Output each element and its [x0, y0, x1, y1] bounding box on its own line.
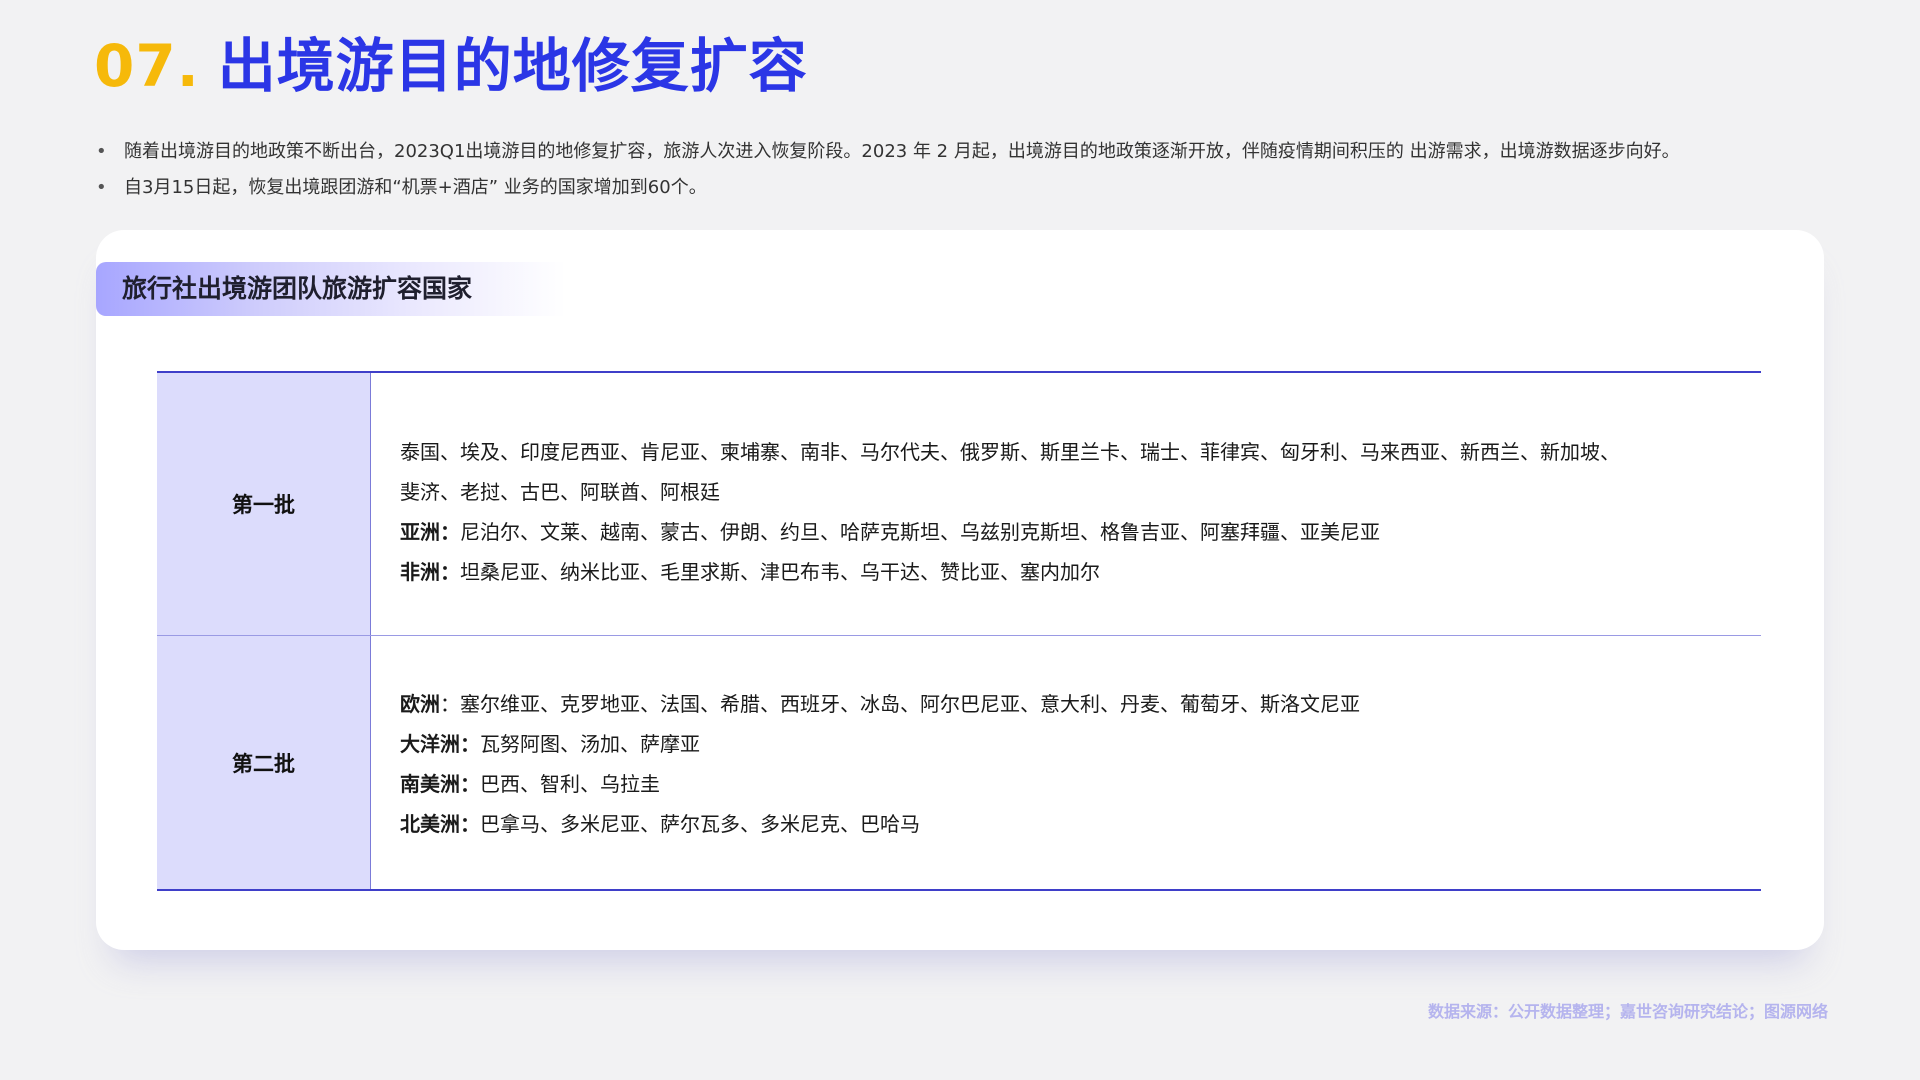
- table-row: 第二批 欧洲：塞尔维亚、克罗地亚、法国、希腊、西班牙、冰岛、阿尔巴尼亚、意大利、…: [157, 635, 1761, 889]
- card-tag-label: 旅行社出境游团队旅游扩容国家: [122, 274, 473, 303]
- country-list: 斐济、老挝、古巴、阿联酋、阿根廷: [400, 480, 720, 504]
- region-label: 南美洲：: [400, 772, 480, 796]
- bullet-text: 自3月15日起，恢复出境跟团游和“机票+酒店” 业务的国家增加到60个。: [124, 177, 707, 198]
- bullet-marker: •: [96, 177, 107, 198]
- region-label: 北美洲：: [400, 812, 480, 836]
- content-card: 旅行社出境游团队旅游扩容国家 第一批 泰国、埃及、印度尼西亚、肯尼亚、柬埔寨、南…: [96, 230, 1824, 950]
- country-line: 亚洲：尼泊尔、文莱、越南、蒙古、伊朗、约旦、哈萨克斯坦、乌兹别克斯坦、格鲁吉亚、…: [400, 512, 1731, 552]
- country-line: 泰国、埃及、印度尼西亚、肯尼亚、柬埔寨、南非、马尔代夫、俄罗斯、斯里兰卡、瑞士、…: [400, 432, 1731, 472]
- region-label: 大洋洲：: [400, 732, 480, 756]
- bullet-text: 随着出境游目的地政策不断出台，2023Q1出境游目的地修复扩容，旅游人次进入恢复…: [124, 141, 1680, 162]
- country-line: 南美洲：巴西、智利、乌拉圭: [400, 764, 1731, 804]
- region-label: 亚洲：: [400, 520, 460, 544]
- bullet-marker: •: [96, 141, 107, 162]
- country-list: ：塞尔维亚、克罗地亚、法国、希腊、西班牙、冰岛、阿尔巴尼亚、意大利、丹麦、葡萄牙…: [440, 692, 1360, 716]
- country-list: 尼泊尔、文莱、越南、蒙古、伊朗、约旦、哈萨克斯坦、乌兹别克斯坦、格鲁吉亚、阿塞拜…: [460, 520, 1380, 544]
- country-line: 北美洲：巴拿马、多米尼亚、萨尔瓦多、多米尼克、巴哈马: [400, 804, 1731, 844]
- bullet-item: • 随着出境游目的地政策不断出台，2023Q1出境游目的地修复扩容，旅游人次进入…: [96, 134, 1876, 170]
- batch-label: 第二批: [157, 636, 371, 889]
- batch-countries: 泰国、埃及、印度尼西亚、肯尼亚、柬埔寨、南非、马尔代夫、俄罗斯、斯里兰卡、瑞士、…: [371, 373, 1761, 635]
- country-list: 坦桑尼亚、纳米比亚、毛里求斯、津巴布韦、乌干达、赞比亚、塞内加尔: [460, 560, 1100, 584]
- data-source-note: 数据来源：公开数据整理；嘉世咨询研究结论；图源网络: [1427, 1002, 1828, 1021]
- intro-bullets: • 随着出境游目的地政策不断出台，2023Q1出境游目的地修复扩容，旅游人次进入…: [96, 134, 1876, 206]
- bullet-item: • 自3月15日起，恢复出境跟团游和“机票+酒店” 业务的国家增加到60个。: [96, 170, 1876, 206]
- region-label: 欧洲: [400, 692, 440, 716]
- country-line: 斐济、老挝、古巴、阿联酋、阿根廷: [400, 472, 1731, 512]
- country-line: 大洋洲：瓦努阿图、汤加、萨摩亚: [400, 724, 1731, 764]
- country-line: 欧洲：塞尔维亚、克罗地亚、法国、希腊、西班牙、冰岛、阿尔巴尼亚、意大利、丹麦、葡…: [400, 684, 1731, 724]
- country-line: 非洲：坦桑尼亚、纳米比亚、毛里求斯、津巴布韦、乌干达、赞比亚、塞内加尔: [400, 552, 1731, 592]
- table-row: 第一批 泰国、埃及、印度尼西亚、肯尼亚、柬埔寨、南非、马尔代夫、俄罗斯、斯里兰卡…: [157, 373, 1761, 635]
- page-title: 07. 出境游目的地修复扩容: [94, 30, 808, 102]
- batch-label: 第一批: [157, 373, 371, 635]
- expansion-table: 第一批 泰国、埃及、印度尼西亚、肯尼亚、柬埔寨、南非、马尔代夫、俄罗斯、斯里兰卡…: [157, 371, 1761, 891]
- country-list: 巴西、智利、乌拉圭: [480, 772, 660, 796]
- country-list: 巴拿马、多米尼亚、萨尔瓦多、多米尼克、巴哈马: [480, 812, 920, 836]
- title-text: 出境游目的地修复扩容: [217, 32, 808, 100]
- title-number: 07.: [94, 32, 200, 100]
- card-tag: 旅行社出境游团队旅游扩容国家: [96, 262, 566, 316]
- region-label: 非洲：: [400, 560, 460, 584]
- batch-countries: 欧洲：塞尔维亚、克罗地亚、法国、希腊、西班牙、冰岛、阿尔巴尼亚、意大利、丹麦、葡…: [371, 636, 1761, 889]
- country-list: 泰国、埃及、印度尼西亚、肯尼亚、柬埔寨、南非、马尔代夫、俄罗斯、斯里兰卡、瑞士、…: [400, 440, 1620, 464]
- country-list: 瓦努阿图、汤加、萨摩亚: [480, 732, 700, 756]
